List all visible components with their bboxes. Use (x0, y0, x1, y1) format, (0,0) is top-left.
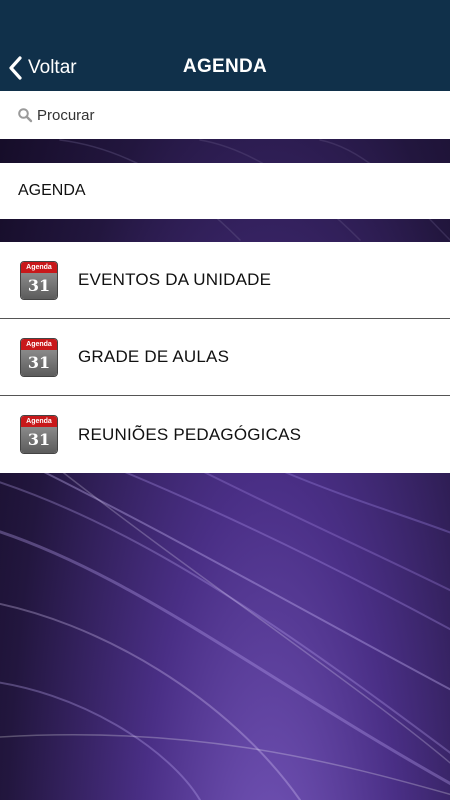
menu-item-grade-de-aulas[interactable]: Agenda 31 GRADE DE AULAS (0, 319, 450, 396)
calendar-icon: Agenda 31 (20, 260, 58, 300)
menu-item-label: GRADE DE AULAS (78, 347, 230, 366)
menu-item-label: EVENTOS DA UNIDADE (78, 270, 272, 289)
menu-list: Agenda 31 EVENTOS DA UNIDADE Agenda 31 G… (0, 242, 450, 473)
menu-item-reunioes-pedagogicas[interactable]: Agenda 31 REUNIÕES PEDAGÓGICAS (0, 396, 450, 473)
page-title: AGENDA (182, 56, 268, 77)
calendar-icon: Agenda 31 (20, 415, 58, 454)
section-header: AGENDA (0, 163, 450, 219)
search-bar (0, 91, 450, 139)
calendar-icon-caption: Agenda (21, 338, 57, 350)
menu-item-eventos-da-unidade[interactable]: Agenda 31 EVENTOS DA UNIDADE (0, 242, 450, 319)
calendar-icon-caption: Agenda (21, 261, 57, 273)
calendar-icon-caption: Agenda (21, 416, 57, 427)
navigation-bar: Voltar AGENDA (0, 0, 450, 91)
calendar-icon: Agenda 31 (20, 337, 58, 377)
search-icon (18, 108, 33, 123)
search-input[interactable] (37, 106, 417, 124)
calendar-icon-day: 31 (21, 272, 57, 299)
menu-item-label: REUNIÕES PEDAGÓGICAS (78, 424, 302, 444)
calendar-icon-day: 31 (21, 349, 57, 376)
calendar-icon-day: 31 (21, 427, 57, 453)
